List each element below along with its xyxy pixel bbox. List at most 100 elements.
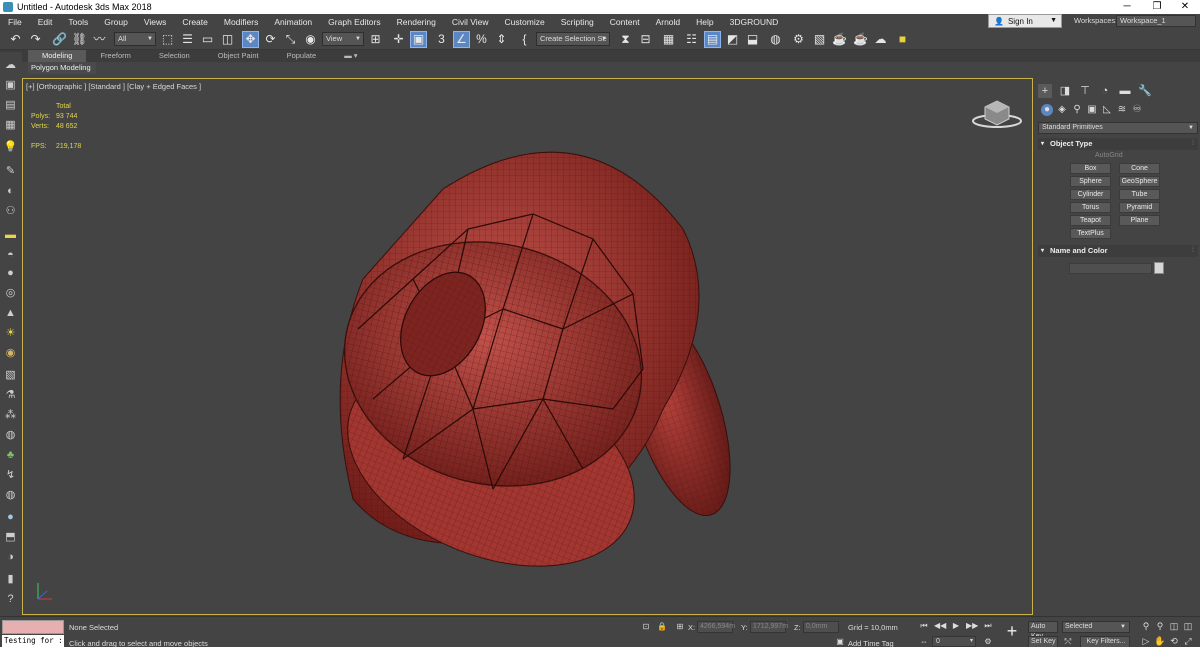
teapot-button[interactable]: Teapot [1070,215,1111,226]
menu-civil-view[interactable]: Civil View [444,17,497,27]
object-category-select[interactable]: Standard Primitives ▼ [1038,122,1198,134]
tab-freeform[interactable]: Freeform [86,50,144,62]
viewport-canvas[interactable] [23,79,1033,615]
material-editor-icon[interactable]: ◍ [767,31,784,48]
isolate-selection-icon[interactable]: ⊡ [640,621,652,633]
foliage-icon[interactable]: ♣ [3,448,18,462]
cameras-icon[interactable]: ▣ [1086,104,1098,116]
menu-rendering[interactable]: Rendering [389,17,444,27]
lights-icon[interactable]: ⚲ [1071,104,1083,116]
motion-tab-icon[interactable]: ◔ [1098,84,1112,98]
goto-start-icon[interactable]: ⏮ [918,620,930,632]
next-frame-icon[interactable]: ▶▶ [966,620,978,632]
orbit-icon[interactable]: ⟲ [1168,635,1180,647]
select-rotate-icon[interactable]: ⟳ [262,31,279,48]
y-coordinate-input[interactable]: 1712,997m [750,621,788,633]
tab-populate[interactable]: Populate [273,50,331,62]
geosphere-button[interactable]: GeoSphere [1119,176,1160,187]
listener-output[interactable]: Testing for : [2,635,64,647]
particles-icon[interactable]: ⁂ [3,408,18,422]
sphere-icon[interactable]: ● [3,266,18,280]
menu-tools[interactable]: Tools [60,17,96,27]
autogrid-checkbox[interactable]: AutoGrid [1095,152,1123,159]
sphere-button[interactable]: Sphere [1070,176,1111,187]
menu-graph-editors[interactable]: Graph Editors [320,17,388,27]
render-setup-icon[interactable]: ⚙ [790,31,807,48]
globe-icon[interactable]: ◍ [3,428,18,442]
material-sphere-icon[interactable]: ◉ [3,346,18,360]
workspace-select[interactable]: Workspace_1 [1116,15,1196,27]
named-selection-set-select[interactable]: Create Selection Se ▼ [536,32,610,46]
mirror-icon[interactable]: ⧗ [617,31,634,48]
render-iterative-icon[interactable]: ☕ [852,31,869,48]
maximize-viewport-icon[interactable]: ⤢ [1182,635,1194,647]
restore-button[interactable]: ❐ [1142,0,1172,14]
spinner-snap-icon[interactable]: ⇕ [493,31,510,48]
transform-mode-icon[interactable]: ⊞ [674,621,686,633]
shader-sphere-icon[interactable]: ● [3,510,18,524]
unlink-icon[interactable]: ⛓ [71,31,88,48]
time-tag-icon[interactable]: ▣ [834,636,846,647]
edit-named-selection-icon[interactable]: { [516,31,533,48]
cone-button[interactable]: Cone [1119,163,1160,174]
menu-views[interactable]: Views [136,17,175,27]
sun-icon[interactable]: ☀ [3,326,18,340]
bind-spacewarp-icon[interactable]: 〰 [91,31,108,48]
auto-key-button[interactable]: Auto Key [1028,621,1058,640]
menu-customize[interactable]: Customize [497,17,553,27]
key-filters-button[interactable]: Key Filters... [1080,636,1130,647]
toggle-layer-explorer-icon[interactable]: ☷ [683,31,700,48]
geometry-icon[interactable]: ● [1041,104,1053,116]
render-icon[interactable]: ◑ [3,550,18,564]
add-time-tag[interactable]: Add Time Tag [848,639,894,647]
set-key-plus-icon[interactable]: + [1003,622,1021,640]
select-by-name-icon[interactable]: ☰ [179,31,196,48]
current-frame-input[interactable]: 0 ▾ [932,636,976,647]
snaps-toggle-icon[interactable]: 3 [433,31,450,48]
tube-button[interactable]: Tube [1119,189,1160,200]
layer-icon[interactable]: ▦ [3,118,18,132]
box-button[interactable]: Box [1070,163,1111,174]
selection-lock-icon[interactable]: 🔒 [656,621,668,633]
menu-scripting[interactable]: Scripting [553,17,602,27]
menu-edit[interactable]: Edit [30,17,61,27]
goto-end-icon[interactable]: ⏭ [982,620,994,632]
container-icon[interactable]: ⬒ [3,530,18,544]
minimize-button[interactable]: ─ [1112,0,1142,14]
select-scale-icon[interactable]: ⤡ [282,31,299,48]
create-icon[interactable]: ▣ [3,78,18,92]
dynamics-icon[interactable]: ⚗ [3,388,18,402]
display-tab-icon[interactable]: ▬ [1118,84,1132,98]
tab-object-paint[interactable]: Object Paint [204,50,273,62]
object-color-swatch[interactable] [1154,262,1164,274]
zoom-extents-all-icon[interactable]: ◫ [1182,620,1194,632]
plane-button[interactable]: Plane [1119,215,1160,226]
percent-snap-icon[interactable]: % [473,31,490,48]
viewport-label[interactable]: [+] [Orthographic ] [Standard ] [Clay + … [26,82,201,91]
viewcube[interactable] [971,97,1023,131]
select-move-icon[interactable]: ✥ [242,31,259,48]
play-icon[interactable]: ▶ [950,620,962,632]
key-mode-select[interactable]: Selected ▼ [1062,621,1130,633]
torus-button[interactable]: Torus [1070,202,1111,213]
key-mode-icon[interactable]: ⇔ [918,636,930,647]
zoom-extents-icon[interactable]: ◫ [1168,620,1180,632]
perspective-viewport[interactable]: [+] [Orthographic ] [Standard ] [Clay + … [22,78,1033,615]
cone-icon[interactable]: ▲ [3,306,18,320]
render-production-icon[interactable]: ☕ [831,31,848,48]
align-icon[interactable]: ⊟ [637,31,654,48]
deformer-icon[interactable]: ↯ [3,468,18,482]
help-icon[interactable]: ? [3,592,18,606]
set-key-button[interactable]: Set Key [1028,636,1058,647]
maxscript-mini-listener[interactable] [2,620,64,634]
modify-list-icon[interactable]: ▤ [3,98,18,112]
undo-icon[interactable]: ↶ [7,31,24,48]
pivot-center-icon[interactable]: ⊞ [367,31,384,48]
object-type-rollout[interactable]: ▾ Object Type ⁞ [1038,138,1198,150]
name-and-color-rollout[interactable]: ▾ Name and Color ⁞ [1038,245,1198,257]
menu-create[interactable]: Create [174,17,216,27]
schematic-view-icon[interactable]: ⬓ [744,31,761,48]
z-coordinate-input[interactable]: 0,0mm [803,621,839,633]
x-coordinate-input[interactable]: 4266,594m [697,621,735,633]
ribbon-polygon-modeling[interactable]: Polygon Modeling [28,62,96,74]
